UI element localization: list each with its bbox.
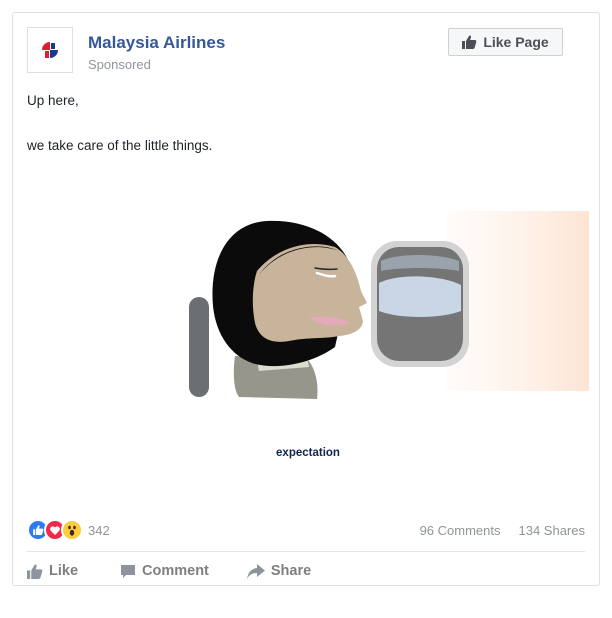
share-button-label: Share [270,563,312,579]
like-button-label: Like [49,563,79,579]
comments-count-link[interactable]: 96 Comments [420,523,501,538]
like-button[interactable]: Like [27,563,78,579]
reactions-summary[interactable]: 342 [27,519,110,541]
thumbs-up-icon [462,35,477,49]
share-icon [246,563,265,579]
actions-divider [27,551,585,552]
window-clouds [379,276,461,317]
comment-button[interactable]: Comment [120,563,209,579]
post-text-line-2: we take care of the little things. [27,138,213,153]
post-media-image[interactable]: expectation [27,211,589,507]
ad-illustration [189,211,589,399]
shares-count-link[interactable]: 134 Shares [519,523,586,538]
wow-reaction-icon [61,519,83,541]
post-actions-bar: Like Comment Share [27,559,585,583]
sponsored-post-card: Malaysia Airlines Sponsored Like Page Up… [12,12,600,586]
media-caption: expectation [276,447,340,459]
comment-button-label: Comment [142,563,209,579]
comment-icon [121,564,136,578]
page-name-link[interactable]: Malaysia Airlines [88,33,225,53]
like-page-button[interactable]: Like Page [448,28,563,56]
like-page-label: Like Page [483,34,549,50]
post-text-line-1: Up here, [27,93,79,108]
post-stats: 342 96 Comments 134 Shares [27,519,585,541]
malaysia-airlines-logo-icon [42,42,58,58]
page-avatar[interactable] [27,27,73,73]
reaction-count: 342 [88,522,110,538]
thumbs-up-icon [27,564,43,579]
share-button[interactable]: Share [246,563,312,579]
seat-back [189,297,209,397]
sponsored-label[interactable]: Sponsored [88,57,151,72]
